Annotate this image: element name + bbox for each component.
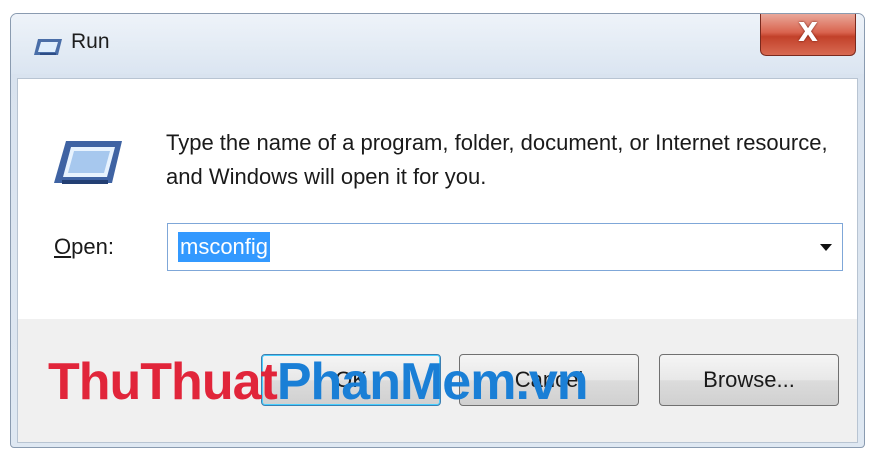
open-label-text: pen: xyxy=(71,234,114,259)
close-icon: X xyxy=(797,18,819,48)
title-bar[interactable]: Run X xyxy=(11,14,864,74)
open-label-accelerator: O xyxy=(54,234,72,259)
open-label: Open: xyxy=(54,234,114,260)
open-input-value[interactable]: msconfig xyxy=(178,232,271,262)
window-title: Run xyxy=(71,30,110,53)
watermark: ThuThuatPhanMem.vn xyxy=(48,352,589,412)
browse-button[interactable]: Browse... xyxy=(659,354,839,406)
run-icon xyxy=(34,39,62,55)
dialog-description: Type the name of a program, folder, docu… xyxy=(166,130,828,189)
dialog-content: Type the name of a program, folder, docu… xyxy=(18,79,857,319)
run-icon xyxy=(54,141,122,184)
watermark-part2: PhanMem xyxy=(276,353,517,411)
open-combobox[interactable]: msconfig xyxy=(167,223,843,271)
close-button[interactable]: X xyxy=(760,14,856,56)
watermark-part1: ThuThuat xyxy=(48,353,278,411)
chevron-down-icon[interactable] xyxy=(820,244,832,251)
watermark-part3: .vn xyxy=(515,353,588,411)
